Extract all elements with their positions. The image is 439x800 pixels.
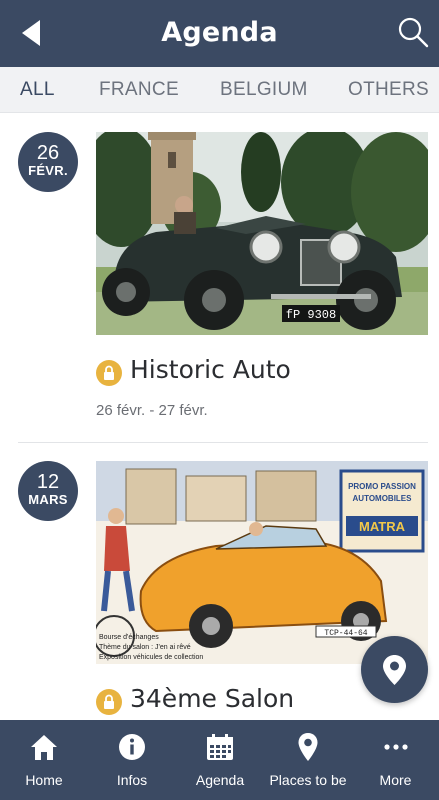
nav-places-label: Places to be <box>269 772 347 788</box>
calendar-icon <box>207 734 233 760</box>
event-title[interactable]: Historic Auto <box>130 355 291 384</box>
event-dates: 26 févr. - 27 févr. <box>96 402 208 419</box>
bottom-navigation: Home Infos Agenda Places to be More <box>0 720 439 800</box>
home-icon <box>31 735 57 760</box>
tab-belgium[interactable]: BELGIUM <box>220 79 308 101</box>
banner-line-2: AUTOMOBILES <box>353 494 413 503</box>
poster-caption-3: Exposition véhicules de collection <box>99 654 203 661</box>
poster-caption-2: Thème du salon : J'en ai rêvé <box>99 644 191 651</box>
car-plate-text: fP 9308 <box>286 308 336 322</box>
app-header: Agenda <box>0 0 439 67</box>
nav-more[interactable]: More <box>352 720 439 800</box>
event-title[interactable]: 34ème Salon <box>130 684 294 713</box>
nav-agenda[interactable]: Agenda <box>176 720 264 800</box>
poster-caption-1: Bourse d'échanges <box>99 634 159 641</box>
search-icon[interactable] <box>397 16 429 48</box>
event-image-vintage-car[interactable]: fP 9308 <box>96 132 428 335</box>
banner-line-3: MATRA <box>359 519 406 534</box>
nav-more-label: More <box>379 772 412 788</box>
lock-icon <box>96 360 122 386</box>
divider <box>18 442 428 443</box>
info-icon <box>119 734 145 760</box>
nav-agenda-label: Agenda <box>195 772 245 788</box>
event-image-matra-poster[interactable]: PROMO PASSION AUTOMOBILES MATRA TCP-44-6… <box>96 461 428 664</box>
car-plate-text: TCP-44-64 <box>324 629 367 638</box>
nav-places-to-be[interactable]: Places to be <box>264 720 352 800</box>
country-filter-tabs: ALL FRANCE BELGIUM OTHERS <box>0 67 439 113</box>
date-badge: 12 MARS <box>18 461 78 521</box>
map-pin-icon <box>383 655 406 685</box>
banner-line-1: PROMO PASSION <box>348 482 416 491</box>
map-pin-icon <box>298 733 318 761</box>
map-fab-button[interactable] <box>361 636 428 703</box>
event-list[interactable]: 26 FÉVR. fP 9308 Historic Auto 26 févr. … <box>0 113 439 720</box>
date-day: 26 <box>36 142 60 164</box>
date-month: MARS <box>28 492 68 507</box>
nav-infos-label: Infos <box>116 772 148 788</box>
date-month: FÉVR. <box>28 163 68 178</box>
more-dots-icon <box>384 744 408 750</box>
date-badge: 26 FÉVR. <box>18 132 78 192</box>
tab-all[interactable]: ALL <box>20 79 55 101</box>
nav-home[interactable]: Home <box>0 720 88 800</box>
lock-icon <box>96 689 122 715</box>
page-title: Agenda <box>161 17 278 48</box>
tab-france[interactable]: FRANCE <box>99 79 179 101</box>
tab-others[interactable]: OTHERS <box>348 79 429 101</box>
date-day: 12 <box>36 471 60 493</box>
nav-infos[interactable]: Infos <box>88 720 176 800</box>
nav-home-label: Home <box>25 772 63 788</box>
